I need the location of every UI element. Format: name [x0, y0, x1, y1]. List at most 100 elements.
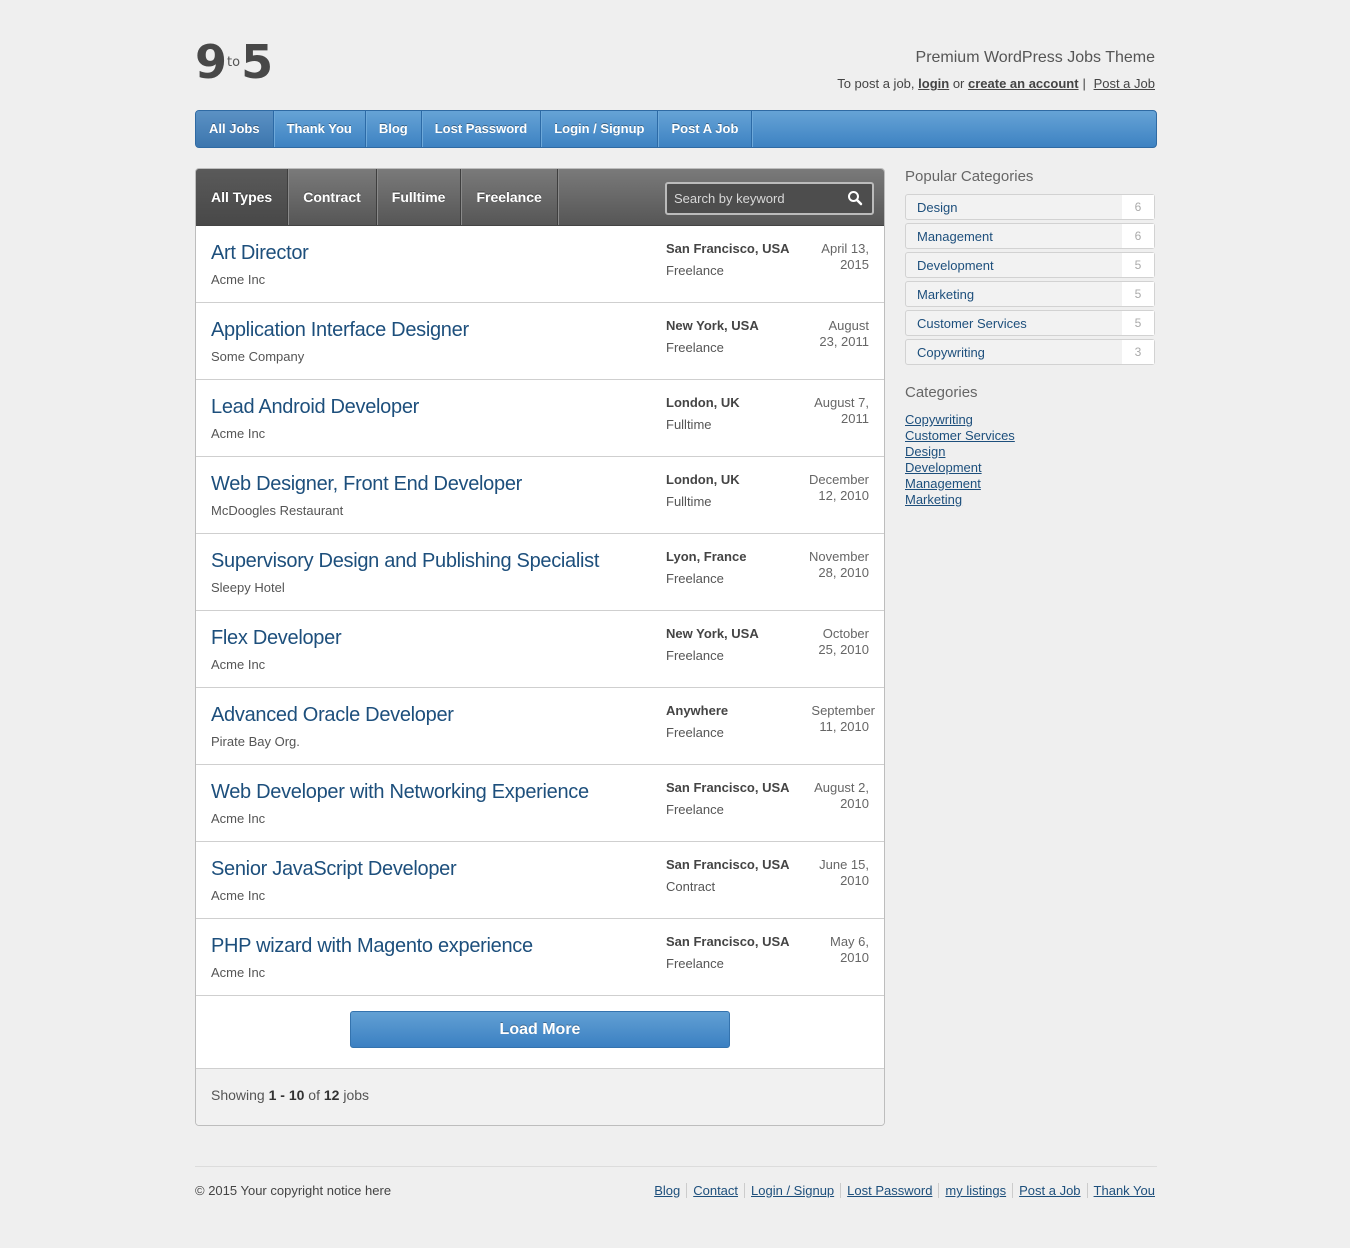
job-row[interactable]: Senior JavaScript Developer Acme Inc San… — [196, 842, 884, 919]
load-more-button[interactable]: Load More — [350, 1011, 730, 1048]
post-job-link[interactable]: Post a Job — [1094, 76, 1155, 91]
job-location: San Francisco, USA — [666, 934, 790, 949]
job-title[interactable]: Web Developer with Networking Experience — [211, 781, 589, 804]
popular-category-item[interactable]: Development 5 — [905, 252, 1155, 278]
job-title[interactable]: Advanced Oracle Developer — [211, 704, 454, 727]
popular-category-item[interactable]: Copywriting 3 — [905, 339, 1155, 365]
popular-category-item[interactable]: Marketing 5 — [905, 281, 1155, 307]
job-date-line2: 2015 — [840, 257, 869, 272]
job-title[interactable]: Application Interface Designer — [211, 319, 469, 342]
job-title[interactable]: Art Director — [211, 242, 309, 265]
job-row[interactable]: Application Interface Designer Some Comp… — [196, 303, 884, 380]
site-tagline: Premium WordPress Jobs Theme — [915, 49, 1155, 66]
job-location: San Francisco, USA — [666, 857, 790, 872]
job-listings-panel: All Types Contract Fulltime Freelance Ar… — [195, 168, 885, 1126]
footer-link-thank-you[interactable]: Thank You — [1086, 1183, 1155, 1198]
job-type: Freelance — [666, 340, 724, 355]
logo-to: to — [227, 55, 241, 70]
category-count: 5 — [1122, 282, 1154, 306]
job-date-line2: 2010 — [840, 950, 869, 965]
footer-link-login-signup[interactable]: Login / Signup — [744, 1183, 840, 1198]
job-row[interactable]: Flex Developer Acme Inc New York, USA Fr… — [196, 611, 884, 688]
search-icon[interactable] — [847, 190, 863, 206]
popular-category-item[interactable]: Management 6 — [905, 223, 1155, 249]
post-prefix-text: To post a job, — [837, 76, 915, 91]
footer-link-contact[interactable]: Contact — [686, 1183, 744, 1198]
job-date-line2: 11, 2010 — [819, 719, 869, 734]
nav-all-jobs[interactable]: All Jobs — [196, 111, 274, 147]
footer-link-my-listings[interactable]: my listings — [938, 1183, 1012, 1198]
site-logo[interactable]: 9 to 5 — [195, 35, 273, 89]
footer-link-post-a-job[interactable]: Post a Job — [1012, 1183, 1086, 1198]
job-title[interactable]: Senior JavaScript Developer — [211, 858, 457, 881]
nav-login-signup[interactable]: Login / Signup — [541, 111, 659, 147]
job-company: Acme Inc — [211, 272, 266, 287]
nav-post-a-job[interactable]: Post A Job — [658, 111, 753, 147]
logo-nine: 9 — [195, 35, 227, 89]
job-row[interactable]: Lead Android Developer Acme Inc London, … — [196, 380, 884, 457]
job-title[interactable]: Lead Android Developer — [211, 396, 419, 419]
job-date: October 25, 2010 — [789, 626, 869, 658]
footer-links: Blog Contact Login / Signup Lost Passwor… — [648, 1183, 1155, 1198]
job-date-line2: 2011 — [841, 411, 869, 426]
job-date: September 11, 2010 — [795, 703, 875, 735]
job-row[interactable]: Web Developer with Networking Experience… — [196, 765, 884, 842]
category-count: 6 — [1122, 224, 1154, 248]
job-company: Pirate Bay Org. — [211, 734, 300, 749]
job-row[interactable]: PHP wizard with Magento experience Acme … — [196, 919, 884, 996]
footer-link-blog[interactable]: Blog — [648, 1183, 686, 1198]
job-list: Art Director Acme Inc San Francisco, USA… — [196, 226, 884, 996]
popular-category-item[interactable]: Customer Services 5 — [905, 310, 1155, 336]
job-date-line2: 25, 2010 — [818, 642, 869, 657]
search-input[interactable] — [667, 191, 837, 206]
job-title[interactable]: PHP wizard with Magento experience — [211, 935, 533, 958]
filter-all-types[interactable]: All Types — [196, 169, 289, 225]
category-link[interactable]: Marketing — [905, 492, 1155, 508]
job-date-line1: November — [809, 549, 869, 564]
job-date-line1: August — [828, 318, 869, 333]
filter-fulltime[interactable]: Fulltime — [377, 169, 462, 225]
job-location: San Francisco, USA — [666, 241, 790, 256]
job-date: August 7, 2011 — [789, 395, 869, 427]
job-title[interactable]: Flex Developer — [211, 627, 342, 650]
job-company: Acme Inc — [211, 811, 266, 826]
job-title[interactable]: Supervisory Design and Publishing Specia… — [211, 550, 599, 573]
main-navigation: All Jobs Thank You Blog Lost Password Lo… — [195, 110, 1157, 148]
filter-freelance[interactable]: Freelance — [461, 169, 558, 225]
category-link[interactable]: Development — [905, 460, 1155, 476]
post-job-prompt: To post a job, login or create an accoun… — [837, 76, 1155, 91]
footer-link-lost-password[interactable]: Lost Password — [840, 1183, 938, 1198]
job-type: Fulltime — [666, 494, 712, 509]
job-type: Freelance — [666, 725, 724, 740]
nav-lost-password[interactable]: Lost Password — [422, 111, 542, 147]
create-account-link[interactable]: create an account — [968, 76, 1079, 91]
job-row[interactable]: Art Director Acme Inc San Francisco, USA… — [196, 226, 884, 303]
showing-prefix: Showing — [211, 1087, 265, 1103]
job-company: Some Company — [211, 349, 305, 364]
popular-category-item[interactable]: Design 6 — [905, 194, 1155, 220]
login-link[interactable]: login — [918, 76, 949, 91]
job-row[interactable]: Supervisory Design and Publishing Specia… — [196, 534, 884, 611]
categories-heading: Categories — [905, 384, 978, 401]
filter-contract[interactable]: Contract — [288, 169, 377, 225]
category-count: 3 — [1122, 340, 1154, 364]
job-type: Freelance — [666, 648, 724, 663]
category-link[interactable]: Management — [905, 476, 1155, 492]
category-link[interactable]: Design — [905, 444, 1155, 460]
category-link[interactable]: Copywriting — [905, 412, 1155, 428]
job-title[interactable]: Web Designer, Front End Developer — [211, 473, 522, 496]
sidebar: Popular Categories Design 6 Management 6 D… — [905, 168, 1155, 508]
nav-thank-you[interactable]: Thank You — [274, 111, 366, 147]
showing-suffix: jobs — [343, 1087, 370, 1103]
job-type: Contract — [666, 879, 716, 894]
job-date-line1: August 7, — [814, 395, 869, 410]
category-link[interactable]: Customer Services — [905, 428, 1155, 444]
job-date-line1: June 15, — [819, 857, 869, 872]
nav-blog[interactable]: Blog — [366, 111, 422, 147]
job-row[interactable]: Web Designer, Front End Developer McDoog… — [196, 457, 884, 534]
category-count: 5 — [1122, 311, 1154, 335]
job-date-line2: 28, 2010 — [818, 565, 869, 580]
job-row[interactable]: Advanced Oracle Developer Pirate Bay Org… — [196, 688, 884, 765]
job-company: Acme Inc — [211, 426, 266, 441]
load-more-area: Load More — [196, 996, 884, 1069]
